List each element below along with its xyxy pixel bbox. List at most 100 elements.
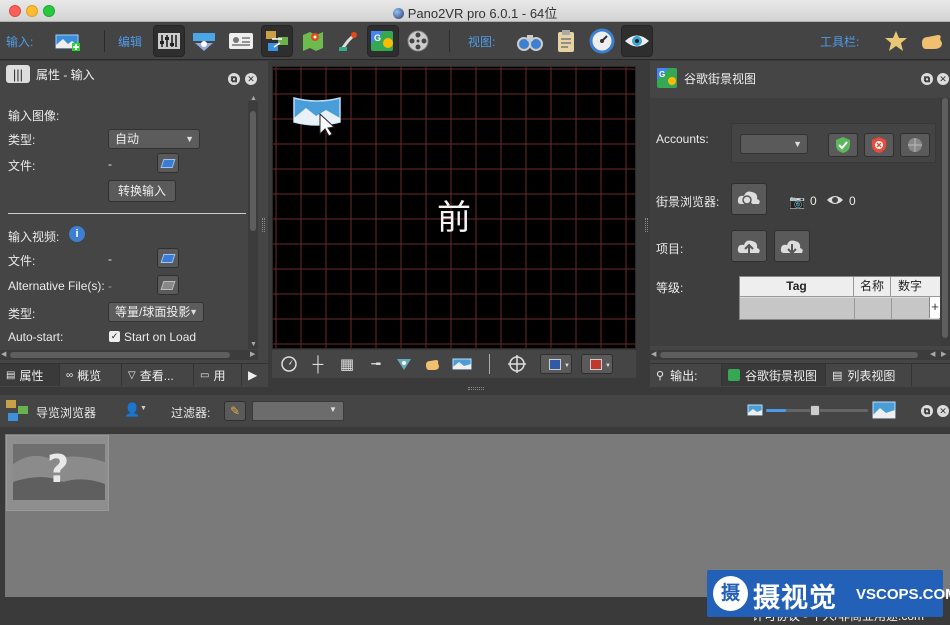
sliders-icon: ▤: [6, 369, 16, 381]
chevron-down-icon[interactable]: ▼: [140, 405, 147, 412]
thumbnail-size-slider[interactable]: [766, 405, 868, 416]
clipboard-button[interactable]: [550, 25, 582, 57]
street-view-browser-button[interactable]: [731, 183, 767, 215]
scroll-left-icon[interactable]: ◀: [1, 350, 6, 358]
user-filter-icon[interactable]: 👤: [124, 402, 140, 418]
tour-nodes-icon: [6, 400, 28, 421]
level-table-header: Tag 名称 数字: [740, 277, 941, 297]
compass-icon[interactable]: [278, 353, 300, 375]
add-level-button[interactable]: +: [929, 297, 940, 318]
tab-viewing[interactable]: ▽ 查看...: [122, 364, 194, 386]
gauge-button[interactable]: [586, 25, 618, 57]
tab-user[interactable]: ▭ 用: [194, 364, 242, 386]
panorama-viewer[interactable]: 前: [272, 66, 636, 349]
account-refresh-button[interactable]: [900, 133, 930, 157]
street-view-scroll-thumb[interactable]: [942, 98, 948, 338]
type-dropdown[interactable]: 自动 ▼: [108, 129, 200, 149]
target-icon[interactable]: [506, 353, 528, 375]
tour-node-thumbnail[interactable]: ?: [6, 435, 109, 511]
start-on-load-checkbox[interactable]: ✓: [109, 331, 120, 342]
grid-color-picker[interactable]: ▼: [540, 354, 572, 374]
video-type-dropdown[interactable]: 等量/球面投影 ▼: [108, 302, 204, 322]
crosshair-line-icon[interactable]: ┼: [307, 353, 329, 375]
close-panel-icon[interactable]: ✕: [245, 73, 257, 85]
scroll-up-icon[interactable]: ▲: [250, 95, 257, 102]
level-table-header-name[interactable]: 名称: [854, 277, 891, 296]
chevron-down-icon: ▼: [185, 134, 194, 144]
tab-scroll-right-button[interactable]: ▶: [242, 364, 262, 386]
right-splitter-handle[interactable]: [645, 218, 648, 232]
properties-button[interactable]: [153, 25, 185, 57]
user-data-button[interactable]: [225, 25, 257, 57]
hand-icon[interactable]: [421, 353, 443, 375]
straighten-tool-icon[interactable]: ╼: [365, 353, 387, 375]
video-file-browse-button[interactable]: [157, 248, 179, 268]
convert-input-button[interactable]: 转换输入: [108, 180, 176, 202]
window-title-text: Pano2VR pro 6.0.1 - 64位: [407, 6, 558, 21]
hand-tool-button[interactable]: [915, 25, 947, 57]
scroll-right-icon[interactable]: ▶: [250, 350, 255, 358]
cloud-download-icon: [780, 240, 803, 255]
properties-hscrollbar[interactable]: ◀ ▶: [0, 350, 258, 360]
tab-list-view[interactable]: ▤ 列表视图: [826, 364, 912, 386]
properties-scroll-thumb[interactable]: [250, 111, 256, 231]
panorama-view-icon[interactable]: [451, 353, 473, 375]
remove-account-button[interactable]: [864, 133, 894, 157]
upload-cloud-button[interactable]: [731, 230, 767, 262]
tab-properties[interactable]: ▤ 属性: [0, 364, 60, 386]
add-account-button[interactable]: [828, 133, 858, 157]
street-view-panel: G 谷歌街景视图 ⧉ ✕ Accounts: ▼ 街景浏览器: 📷 0 0 项目…: [650, 61, 950, 387]
bottom-splitter-handle[interactable]: [468, 387, 484, 390]
bookmark-tool-button[interactable]: [880, 25, 912, 57]
google-street-view-button[interactable]: G: [367, 25, 399, 57]
left-splitter-handle[interactable]: [262, 218, 265, 232]
google-street-view-icon: G: [371, 31, 393, 51]
tour-browser-button[interactable]: [261, 25, 293, 57]
filter-input[interactable]: ▼: [252, 401, 344, 421]
tab-overview[interactable]: ∞ 概览: [60, 364, 122, 386]
level-table-header-number[interactable]: 数字: [891, 277, 929, 296]
file-browse-button[interactable]: [157, 153, 179, 173]
view-limits-icon[interactable]: [393, 353, 415, 375]
tab-viewing-label: 查看...: [139, 368, 174, 383]
scroll-left-icon[interactable]: ◀: [651, 350, 656, 358]
tab-output[interactable]: ⚲ 输出:: [650, 364, 722, 386]
street-view-hscrollbar[interactable]: ◀ ◀ ▶: [650, 350, 950, 360]
properties-scrollbar[interactable]: ▲ ▼: [248, 95, 258, 349]
view-binoculars-button[interactable]: [514, 25, 546, 57]
scroll-right-icon[interactable]: ◀: [930, 350, 935, 358]
preview-eye-button[interactable]: [621, 25, 653, 57]
floor-plan-button[interactable]: [297, 25, 329, 57]
section-divider: [8, 213, 246, 214]
thumbnail-size-slider-knob[interactable]: [810, 405, 821, 416]
window-title: Pano2VR pro 6.0.1 - 64位: [0, 3, 950, 22]
level-table-row[interactable]: [740, 298, 929, 319]
street-view-hscroll-thumb[interactable]: [660, 352, 918, 358]
float-panel-icon[interactable]: ⧉: [921, 405, 933, 417]
close-panel-icon[interactable]: ✕: [937, 405, 949, 417]
tour-map-button[interactable]: [332, 25, 364, 57]
info-icon[interactable]: i: [69, 226, 85, 242]
video-output-button[interactable]: [403, 25, 435, 57]
filter-tag-button[interactable]: ✎: [224, 401, 246, 421]
download-cloud-button[interactable]: [774, 230, 810, 262]
input-panorama-button[interactable]: [52, 25, 84, 57]
tab-google-street-view[interactable]: 谷歌街景视图: [722, 364, 826, 386]
user-card-icon: ▭: [200, 369, 210, 381]
folder-icon: [160, 158, 176, 168]
street-view-scrollbar[interactable]: [940, 98, 950, 346]
float-panel-icon[interactable]: ⧉: [921, 73, 933, 85]
accounts-dropdown[interactable]: ▼: [740, 134, 808, 154]
close-panel-icon[interactable]: ✕: [937, 73, 949, 85]
properties-hscroll-thumb[interactable]: [10, 352, 230, 358]
cloud-search-icon: [737, 191, 760, 208]
scroll-down-icon[interactable]: ▼: [250, 341, 257, 348]
viewing-parameters-button[interactable]: [188, 25, 220, 57]
alt-files-browse-button[interactable]: [157, 275, 179, 295]
float-panel-icon[interactable]: ⧉: [228, 73, 240, 85]
line-color-picker[interactable]: ▼: [581, 354, 613, 374]
small-thumbnail-icon: [747, 404, 763, 416]
level-table-header-tag[interactable]: Tag: [740, 277, 854, 296]
scroll-right-icon[interactable]: ▶: [941, 350, 946, 358]
grid-icon[interactable]: ▦: [336, 353, 358, 375]
